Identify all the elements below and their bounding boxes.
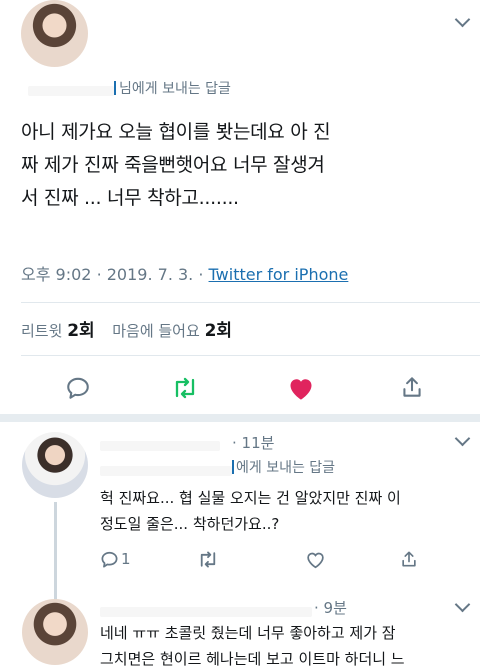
redacted-username	[28, 86, 114, 96]
reply-text: 헉 진짜요... 협 실물 오지는 건 알았지만 진짜 이 정도일 줄은... …	[100, 485, 475, 537]
like-icon[interactable]	[305, 550, 326, 569]
author-avatar[interactable]	[21, 0, 88, 67]
reply-time[interactable]: · 9분	[314, 597, 347, 618]
retweet-icon[interactable]	[197, 550, 219, 569]
retweet-count: 2회	[67, 321, 95, 341]
divider	[21, 302, 480, 303]
tweet-stats: 리트윗 2회 마음에 들어요 2회	[21, 316, 232, 341]
divider	[21, 355, 480, 356]
reply-text-line: 정도일 줄은... 착하던가요..?	[100, 515, 280, 533]
reply-icon[interactable]	[100, 550, 119, 569]
reply-text: 네네 ㅠㅠ 초콜릿 줬는데 너무 좋아하고 제가 잠 그치면은 현이르 헤나는데…	[100, 620, 475, 672]
redacted-username	[100, 607, 312, 617]
reply-to-line: 에게 보내는 답글	[232, 457, 335, 477]
retweet-label: 리트윗	[21, 322, 63, 340]
tweet-text-line: 짜 제가 진짜 죽을뻔햇어요 너무 잘생겨	[21, 154, 325, 176]
like-icon[interactable]	[287, 375, 315, 401]
retweet-stat[interactable]: 리트윗 2회	[21, 321, 95, 341]
like-stat[interactable]: 마음에 들어요 2회	[112, 321, 233, 341]
reply-count: 1	[121, 550, 131, 568]
retweet-icon[interactable]	[171, 375, 199, 401]
reply-text-line: 그치면은 현이르 헤나는데 보고 이트마 하더니 느	[100, 650, 405, 668]
mention-cursor	[114, 81, 116, 95]
redacted-username	[100, 441, 220, 451]
like-count: 2회	[204, 321, 233, 341]
meta-separator: ·	[96, 265, 102, 284]
reply-to-suffix: 에게 보내는 답글	[236, 460, 336, 476]
share-icon[interactable]	[399, 549, 419, 569]
redacted-mention	[100, 466, 232, 476]
like-label: 마음에 들어요	[112, 322, 200, 340]
tweet-text: 아니 제가요 오늘 협이를 봣는데요 아 진 짜 제가 진짜 죽을뻔햇어요 너무…	[21, 116, 471, 215]
mention-cursor	[232, 460, 234, 474]
tweet-date[interactable]: 2019. 7. 3.	[107, 265, 194, 284]
chevron-down-icon[interactable]	[454, 430, 471, 447]
tweet-text-line: 서 진짜 ... 너무 착하고.......	[21, 187, 239, 209]
chevron-down-icon[interactable]	[454, 596, 471, 613]
share-icon[interactable]	[399, 374, 425, 400]
thread-line	[54, 502, 57, 602]
reply-text-line: 헉 진짜요... 협 실물 오지는 건 알았지만 진짜 이	[100, 489, 401, 507]
tweet-source-link[interactable]: Twitter for iPhone	[209, 265, 349, 284]
tweet-meta: 오후 9:02 · 2019. 7. 3. · Twitter for iPho…	[21, 261, 348, 285]
section-divider	[0, 414, 480, 422]
reply-avatar[interactable]	[22, 599, 88, 665]
reply-avatar[interactable]	[22, 432, 88, 498]
reply-to-line: 님에게 보내는 답글	[114, 78, 231, 98]
meta-separator: ·	[198, 265, 204, 284]
reply-time[interactable]: · 11분	[232, 432, 274, 453]
reply-to-suffix: 님에게 보내는 답글	[119, 81, 231, 97]
reply-text-line: 네네 ㅠㅠ 초콜릿 줬는데 너무 좋아하고 제가 잠	[100, 624, 396, 642]
tweet-text-line: 아니 제가요 오늘 협이를 봣는데요 아 진	[21, 121, 331, 143]
tweet-time[interactable]: 오후 9:02	[21, 265, 91, 284]
chevron-down-icon[interactable]	[454, 11, 471, 28]
reply-icon[interactable]	[65, 375, 91, 401]
